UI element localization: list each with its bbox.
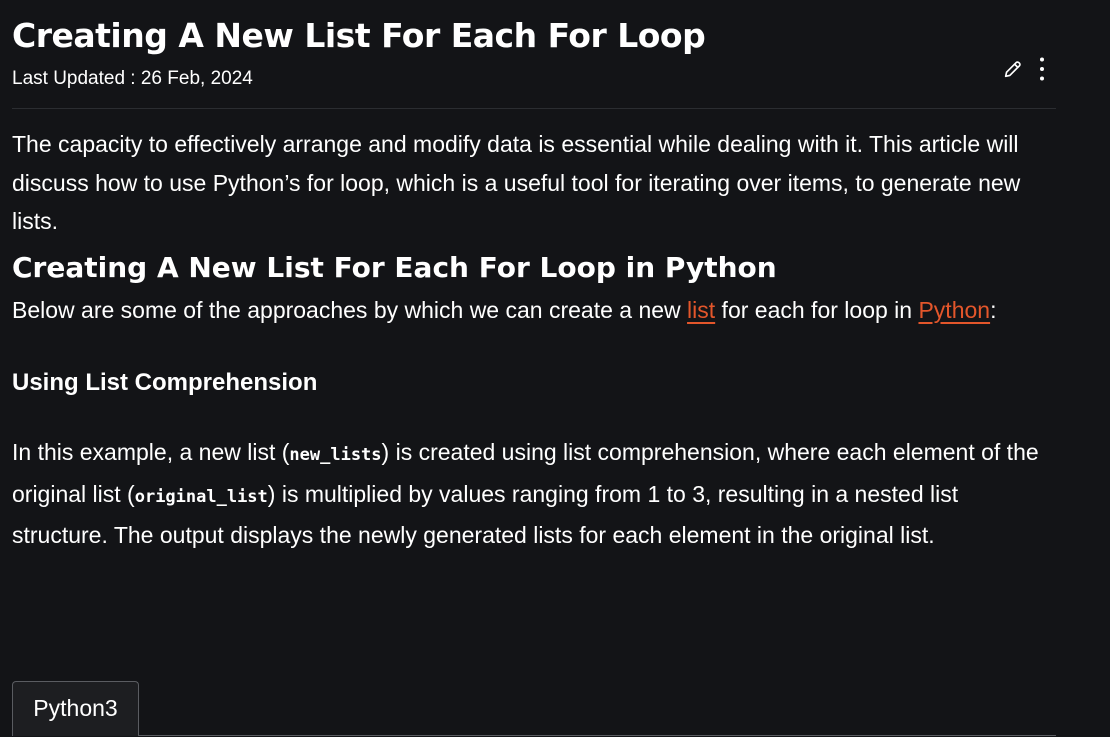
tab-python3[interactable]: Python3	[12, 681, 139, 736]
article-meta: Last Updated : 26 Feb, 2024	[12, 57, 1056, 96]
last-updated: Last Updated : 26 Feb, 2024	[12, 68, 253, 89]
example-paragraph: In this example, a new list (new_lists) …	[12, 433, 1056, 555]
example-text-1: In this example, a new list (	[12, 439, 290, 465]
article-title: Creating A New List For Each For Loop	[12, 16, 706, 55]
lead-paragraph: Below are some of the approaches by whic…	[12, 291, 1056, 330]
intro-paragraph: The capacity to effectively arrange and …	[12, 131, 1021, 234]
section-heading: Creating A New List For Each For Loop in…	[12, 250, 777, 284]
header-divider	[12, 108, 1056, 109]
code-new-lists: new_lists	[289, 445, 382, 465]
list-link[interactable]: list	[687, 297, 715, 323]
code-original-list: original_list	[134, 486, 268, 507]
more-vertical-icon[interactable]	[1038, 56, 1046, 82]
article-actions	[1002, 56, 1046, 82]
lead-text-before: Below are some of the approaches by whic…	[12, 296, 688, 323]
pencil-icon[interactable]	[1002, 58, 1024, 80]
tabs-baseline	[139, 735, 1056, 736]
subheading: Using List Comprehension	[12, 369, 318, 396]
code-tabs: Python3	[12, 681, 1056, 737]
lead-text-after: :	[990, 296, 997, 323]
python-link[interactable]: Python	[918, 297, 990, 323]
lead-text-middle: for each for loop in	[715, 296, 919, 323]
article: Creating A New List For Each For Loop La…	[12, 0, 1056, 555]
